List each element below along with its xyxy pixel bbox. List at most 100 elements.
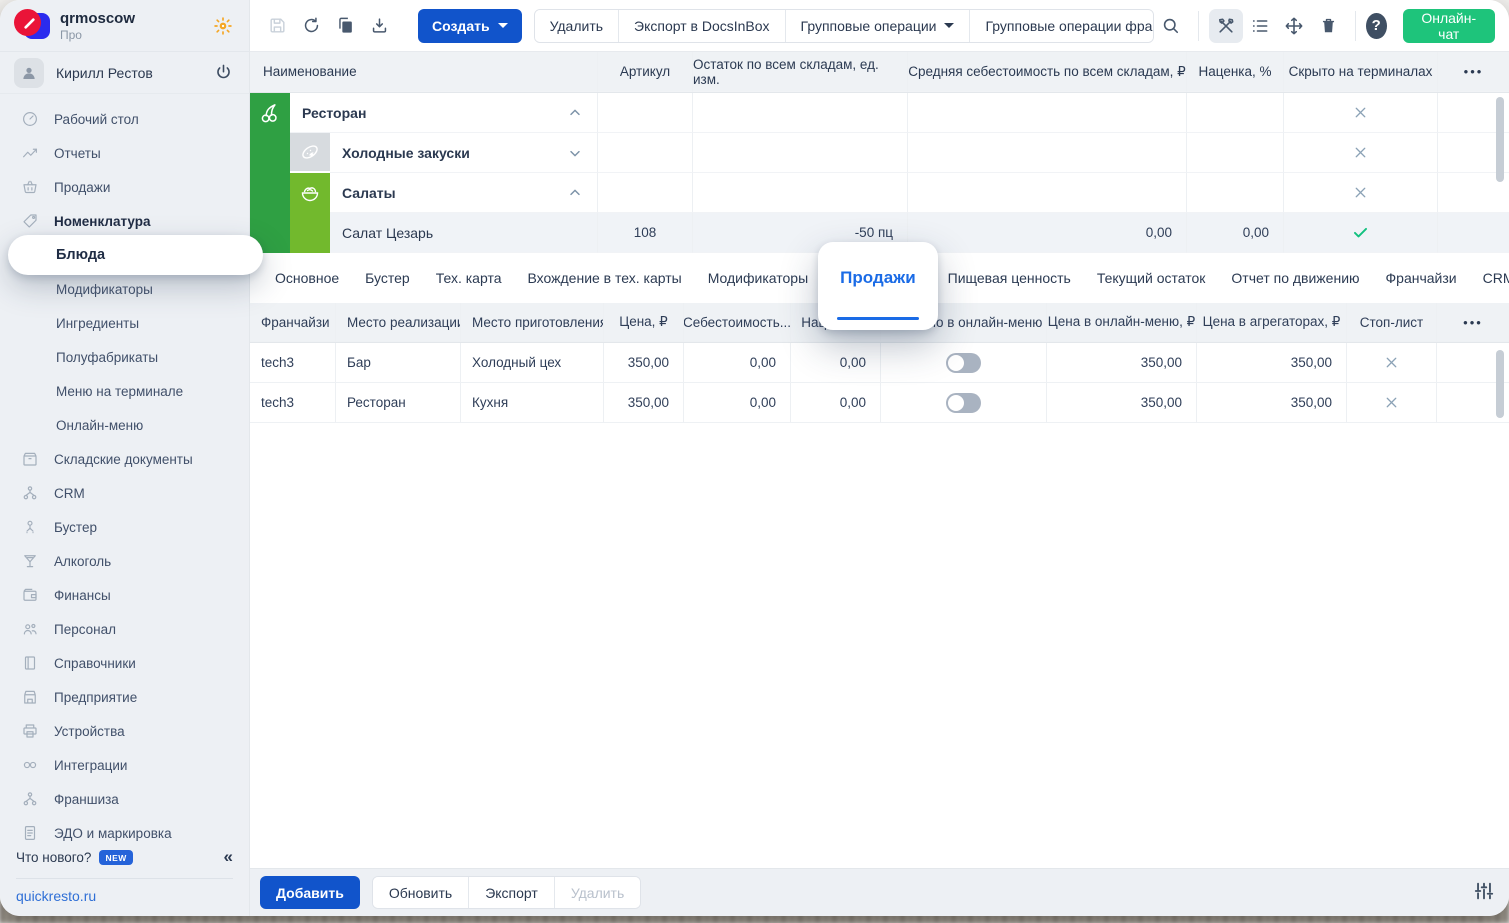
tab-prodazhi[interactable]: Продажи (818, 242, 938, 330)
sidebar-item-crm[interactable]: CRM (0, 476, 249, 510)
brand-row: qrmoscow Про (0, 0, 249, 52)
tools-icon[interactable] (1209, 8, 1243, 43)
sidebar-item-modifiers[interactable]: Модификаторы (0, 272, 249, 306)
column-settings-icon[interactable]: ••• (1464, 64, 1484, 79)
sidebar-item-booster[interactable]: Бустер (0, 510, 249, 544)
sidebar-item-sales[interactable]: Продажи (0, 170, 249, 204)
box-icon (20, 449, 40, 469)
user-row: Кирилл Рестов (0, 52, 249, 94)
catalog-table: Наименование Артикул Остаток по всем скл… (250, 52, 1509, 253)
chevron-down-icon[interactable] (567, 145, 583, 161)
sidebar-item-terminal-menu[interactable]: Меню на терминале (0, 374, 249, 408)
table-row-holodnye-zakuski[interactable]: Холодные закуски (250, 133, 1509, 173)
export-docsinbox-button[interactable]: Экспорт в DocsInBox (619, 9, 786, 42)
reports-icon (20, 143, 40, 163)
sidebar-item-warehouse-docs[interactable]: Складские документы (0, 442, 249, 476)
create-button[interactable]: Создать (418, 8, 522, 43)
sidebar-item-devices[interactable]: Устройства (0, 714, 249, 748)
trash-icon[interactable] (1311, 9, 1345, 43)
delete-button[interactable]: Удалить (534, 9, 620, 42)
list-view-icon[interactable] (1243, 9, 1277, 43)
subcategory-color-band (290, 213, 330, 253)
online-chat-button[interactable]: Онлайн-чат (1402, 8, 1495, 43)
x-mark-icon (1383, 394, 1400, 411)
printer-icon (20, 721, 40, 741)
sales-row-bar[interactable]: tech3 Бар Холодный цех 350,00 0,00 0,00 … (250, 343, 1509, 383)
column-header-sale-place: Место реализации (335, 303, 460, 342)
tab-osnovnoe[interactable]: Основное (275, 270, 339, 286)
column-header-price: Цена, ₽ (603, 303, 683, 342)
column-filter-sliders-icon[interactable] (1473, 880, 1495, 902)
sidebar-item-integrations[interactable]: Интеграции (0, 748, 249, 782)
cucumber-icon (302, 145, 318, 159)
search-icon[interactable] (1154, 9, 1188, 43)
column-header-hidden: Скрыто на терминалах (1283, 52, 1437, 92)
move-icon[interactable] (1277, 9, 1311, 43)
sidebar-item-staff[interactable]: Персонал (0, 612, 249, 646)
column-header-avg-cost: Средняя себестоимость по всем складам, ₽ (907, 52, 1186, 92)
tab-vhozhdenie[interactable]: Вхождение в тех. карты (527, 270, 681, 286)
sidebar-item-semi-products[interactable]: Полуфабрикаты (0, 340, 249, 374)
scrollbar-thumb[interactable] (1496, 350, 1504, 418)
sales-row-restoran[interactable]: tech3 Ресторан Кухня 350,00 0,00 0,00 35… (250, 383, 1509, 423)
tab-tekuschiy-ostatok[interactable]: Текущий остаток (1097, 270, 1206, 286)
tab-modifikatory[interactable]: Модификаторы (708, 270, 808, 286)
refresh-icon[interactable] (294, 9, 328, 43)
people-icon (20, 619, 40, 639)
collapse-sidebar-icon[interactable]: « (224, 847, 233, 867)
sidebar-item-enterprise[interactable]: Предприятие (0, 680, 249, 714)
help-icon[interactable]: ? (1365, 12, 1387, 39)
sidebar-item-nomenclature[interactable]: Номенклатура (0, 204, 249, 238)
online-menu-toggle[interactable] (946, 392, 981, 413)
theme-sun-icon[interactable] (213, 16, 233, 36)
x-mark-icon (1352, 144, 1369, 161)
scrollbar-thumb[interactable] (1496, 97, 1504, 182)
row-name: Салаты (342, 184, 396, 201)
infinity-icon (20, 755, 40, 775)
franchise-org-icon (20, 789, 40, 809)
sidebar-item-franchise[interactable]: Франшиза (0, 782, 249, 816)
add-button[interactable]: Добавить (260, 876, 360, 909)
sidebar-item-reports[interactable]: Отчеты (0, 136, 249, 170)
sidebar-item-alcohol[interactable]: Алкоголь (0, 544, 249, 578)
tab-franchayzi[interactable]: Франчайзи (1386, 270, 1457, 286)
delete-row-button[interactable]: Удалить (554, 877, 641, 908)
org-chart-icon (20, 483, 40, 503)
export-button[interactable]: Экспорт (469, 877, 555, 908)
basket-icon (20, 177, 40, 197)
booster-icon (20, 517, 40, 537)
tab-crm[interactable]: CRM (1483, 270, 1509, 286)
category-color-band (250, 93, 290, 133)
tab-teh-karta[interactable]: Тех. карта (436, 270, 502, 286)
column-header-franchise: Франчайзи (250, 303, 335, 342)
sidebar-item-dishes[interactable]: Блюда (0, 235, 263, 275)
sidebar-item-directories[interactable]: Справочники (0, 646, 249, 680)
logout-power-icon[interactable] (214, 63, 233, 82)
sidebar-item-online-menu[interactable]: Онлайн-меню (0, 408, 249, 442)
tab-otchet-po-dvizheniyu[interactable]: Отчет по движению (1231, 270, 1359, 286)
sidebar-item-ingredients[interactable]: Ингредиенты (0, 306, 249, 340)
table-row-restoran[interactable]: Ресторан (250, 93, 1509, 133)
table-row-salaty[interactable]: Салаты (250, 173, 1509, 213)
save-icon[interactable] (260, 9, 294, 43)
tab-buster[interactable]: Бустер (365, 270, 410, 286)
column-header-articul: Артикул (597, 52, 692, 92)
online-menu-toggle[interactable] (946, 352, 981, 373)
sidebar-item-finance[interactable]: Финансы (0, 578, 249, 612)
chevron-up-icon[interactable] (567, 105, 583, 121)
whats-new-link[interactable]: Что нового? (16, 850, 91, 865)
brand-name: qrmoscow (60, 9, 136, 27)
copy-icon[interactable] (328, 9, 362, 43)
column-settings-icon[interactable]: ••• (1463, 315, 1483, 330)
group-operations-franchise-button[interactable]: Групповые операции франчайзи (970, 9, 1154, 42)
site-link[interactable]: quickresto.ru (16, 888, 233, 904)
tab-pischevaya-cennost[interactable]: Пищевая ценность (948, 270, 1071, 286)
group-operations-button[interactable]: Групповые операции (785, 9, 971, 42)
refresh-button[interactable]: Обновить (372, 877, 470, 908)
sidebar-item-dashboard[interactable]: Рабочий стол (0, 102, 249, 136)
dashboard-icon (20, 109, 40, 129)
download-icon[interactable] (362, 9, 396, 43)
chevron-up-icon[interactable] (567, 185, 583, 201)
x-mark-icon (1352, 184, 1369, 201)
column-header-prep-place: Место приготовления (460, 303, 603, 342)
